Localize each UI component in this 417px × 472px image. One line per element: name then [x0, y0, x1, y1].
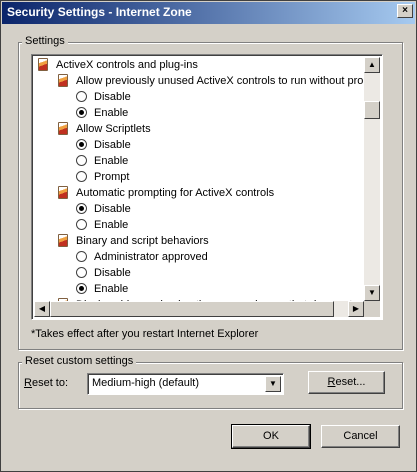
- tree-row-label: ActiveX controls and plug-ins: [56, 59, 198, 71]
- tree-row-label: Administrator approved: [94, 251, 208, 263]
- cancel-button[interactable]: Cancel: [321, 425, 400, 448]
- tree-row-label: Enable: [94, 219, 129, 231]
- radio-option[interactable]: Disable: [34, 201, 364, 217]
- tree-row-label: Disable: [94, 267, 131, 279]
- settings-page-icon: [58, 74, 68, 87]
- tree-row-label: Disable: [94, 139, 131, 151]
- tree-setting: Binary and script behaviors: [34, 233, 364, 249]
- tree-row-label: Binary and script behaviors: [76, 235, 209, 247]
- tree-row-label: Enable: [94, 155, 129, 167]
- radio-button[interactable]: [76, 171, 87, 182]
- scrollbar-corner: [364, 301, 380, 317]
- radio-option[interactable]: Disable: [34, 265, 364, 281]
- chevron-down-icon[interactable]: ▼: [265, 376, 281, 392]
- tree-setting: Automatic prompting for ActiveX controls: [34, 185, 364, 201]
- radio-button[interactable]: [76, 107, 87, 118]
- settings-page-icon: [58, 186, 68, 199]
- security-settings-dialog: Security Settings - Internet Zone × Sett…: [0, 0, 417, 472]
- radio-option[interactable]: Enable: [34, 217, 364, 233]
- settings-page-icon: [58, 234, 68, 247]
- scroll-down-button[interactable]: ▼: [364, 285, 380, 301]
- tree-setting: Allow Scriptlets: [34, 121, 364, 137]
- radio-button[interactable]: [76, 219, 87, 230]
- radio-option[interactable]: Administrator approved: [34, 249, 364, 265]
- reset-level-value: Medium-high (default): [92, 377, 199, 389]
- radio-button[interactable]: [76, 283, 87, 294]
- tree-row-label: Allow Scriptlets: [76, 123, 151, 135]
- close-button[interactable]: ×: [397, 4, 413, 18]
- tree-row-label: Disable: [94, 91, 131, 103]
- settings-tree-content: ActiveX controls and plug-ins Allow previ…: [34, 57, 364, 301]
- ok-button[interactable]: OK: [231, 424, 311, 449]
- tree-row-label: Enable: [94, 283, 129, 295]
- settings-tree[interactable]: ActiveX controls and plug-ins Allow previ…: [31, 54, 383, 320]
- tree-row-label: Disable: [94, 203, 131, 215]
- radio-option[interactable]: Prompt: [34, 169, 364, 185]
- reset-group-label: Reset custom settings: [22, 355, 137, 367]
- title-bar[interactable]: Security Settings - Internet Zone ×: [2, 2, 415, 24]
- scroll-right-button[interactable]: ▶: [348, 301, 364, 317]
- tree-row-label: Enable: [94, 107, 129, 119]
- radio-button[interactable]: [76, 267, 87, 278]
- vertical-scroll-thumb[interactable]: [364, 101, 380, 119]
- radio-option[interactable]: Enable: [34, 281, 364, 297]
- scroll-up-button[interactable]: ▲: [364, 57, 380, 73]
- settings-page-icon: [38, 58, 48, 71]
- vertical-scrollbar[interactable]: ▲ ▼: [364, 57, 380, 301]
- scroll-left-button[interactable]: ◀: [34, 301, 50, 317]
- radio-option[interactable]: Disable: [34, 137, 364, 153]
- horizontal-scroll-thumb[interactable]: [50, 301, 334, 317]
- tree-row-label: Prompt: [94, 171, 130, 183]
- radio-option[interactable]: Enable: [34, 105, 364, 121]
- restart-note: *Takes effect after you restart Internet…: [31, 328, 259, 340]
- reset-button[interactable]: Reset...: [308, 371, 385, 394]
- radio-button[interactable]: [76, 251, 87, 262]
- reset-button-label: eset...: [335, 376, 366, 388]
- tree-row-label: Allow previously unused ActiveX controls…: [76, 75, 364, 87]
- reset-to-accesskey: R: [24, 377, 32, 389]
- radio-button[interactable]: [76, 155, 87, 166]
- tree-category: ActiveX controls and plug-ins: [34, 57, 364, 73]
- radio-option[interactable]: Disable: [34, 89, 364, 105]
- radio-option[interactable]: Enable: [34, 153, 364, 169]
- settings-page-icon: [58, 122, 68, 135]
- radio-button[interactable]: [76, 91, 87, 102]
- settings-group-label: Settings: [22, 35, 68, 47]
- radio-button[interactable]: [76, 139, 87, 150]
- reset-level-select[interactable]: Medium-high (default) ▼: [87, 373, 284, 395]
- horizontal-scrollbar[interactable]: ◀ ▶: [34, 301, 364, 317]
- tree-row-label: Automatic prompting for ActiveX controls: [76, 187, 275, 199]
- window-title: Security Settings - Internet Zone: [7, 5, 192, 19]
- radio-button[interactable]: [76, 203, 87, 214]
- reset-to-label-text: eset to:: [31, 377, 69, 389]
- tree-setting: Allow previously unused ActiveX controls…: [34, 73, 364, 89]
- reset-to-label: Reset to:: [24, 377, 68, 389]
